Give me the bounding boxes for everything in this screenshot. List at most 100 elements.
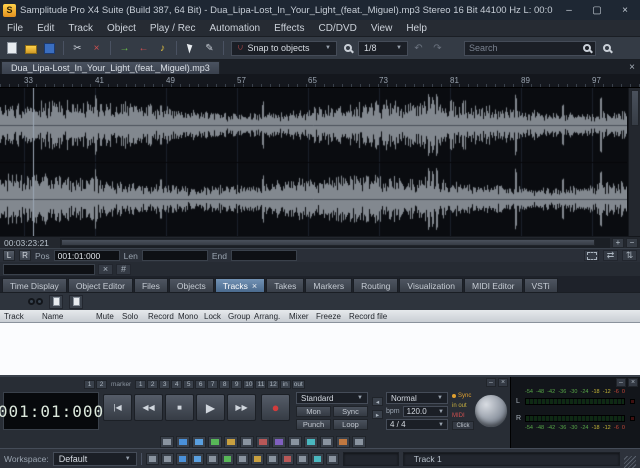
- bpm-field[interactable]: 120.0 ▼: [403, 406, 448, 417]
- volume-knob[interactable]: [474, 394, 508, 428]
- tab-vsti[interactable]: VSTi: [524, 278, 558, 292]
- copy-list-icon[interactable]: [69, 295, 83, 309]
- close-button[interactable]: ×: [613, 1, 637, 19]
- range-2-button[interactable]: 2: [96, 380, 107, 389]
- status-icon[interactable]: [251, 453, 264, 465]
- resize-grip[interactable]: [624, 456, 636, 468]
- menu-item[interactable]: Help: [399, 23, 434, 34]
- menu-item[interactable]: Edit: [30, 23, 61, 34]
- menu-item[interactable]: Effects: [267, 23, 311, 34]
- sync-button[interactable]: Sync: [333, 406, 368, 417]
- right-channel-button[interactable]: R: [19, 250, 31, 261]
- locator-button[interactable]: 5: [183, 380, 194, 389]
- locator-button[interactable]: 10: [243, 380, 254, 389]
- menu-item[interactable]: Object: [100, 23, 143, 34]
- stop-button[interactable]: ■: [165, 394, 194, 421]
- horizontal-scrollbar-thumb[interactable]: [61, 239, 595, 246]
- locator-button[interactable]: 4: [171, 380, 182, 389]
- menu-item[interactable]: Automation: [202, 23, 267, 34]
- save-project-icon[interactable]: [41, 40, 58, 57]
- rewind-button[interactable]: ◀◀: [134, 394, 163, 421]
- object-filter-field[interactable]: [3, 264, 95, 275]
- waveform-canvas[interactable]: [0, 88, 627, 236]
- right-clip-led[interactable]: [630, 416, 635, 421]
- status-icon[interactable]: [296, 453, 309, 465]
- horizontal-scrollbar[interactable]: [60, 238, 610, 248]
- in-out-toggle[interactable]: in out: [452, 401, 474, 410]
- search-options-icon[interactable]: [598, 40, 615, 57]
- column-header[interactable]: Mixer: [289, 312, 309, 321]
- vertical-scrollbar-thumb[interactable]: [631, 90, 639, 126]
- next-marker-button[interactable]: ▸: [372, 410, 383, 419]
- monitor-button[interactable]: Mon: [296, 406, 331, 417]
- column-header[interactable]: Arrang.: [254, 312, 280, 321]
- status-icon[interactable]: [176, 453, 189, 465]
- grid-view-icon[interactable]: #: [116, 264, 131, 275]
- import-audio-icon[interactable]: ←: [135, 40, 152, 57]
- record-mode-select[interactable]: Standard ▼: [296, 392, 368, 404]
- range-select-icon[interactable]: [584, 250, 599, 261]
- transport-option-icon[interactable]: [160, 436, 174, 448]
- length-field[interactable]: [142, 250, 208, 261]
- status-icon[interactable]: [266, 453, 279, 465]
- transport-option-icon[interactable]: [256, 436, 270, 448]
- menu-item[interactable]: View: [364, 23, 400, 34]
- waveform-area[interactable]: [0, 88, 640, 236]
- punch-out-button[interactable]: out: [292, 380, 305, 389]
- close-panel-icon[interactable]: ×: [498, 378, 508, 387]
- workspace-select[interactable]: Default ▼: [53, 452, 137, 466]
- tab-routing[interactable]: Routing: [353, 278, 398, 292]
- column-header[interactable]: Name: [42, 312, 63, 321]
- cut-icon[interactable]: ✂: [69, 40, 86, 57]
- punch-button[interactable]: Punch: [296, 419, 331, 430]
- clear-filter-icon[interactable]: ×: [98, 264, 113, 275]
- column-header[interactable]: Track: [4, 312, 24, 321]
- minimize-button[interactable]: –: [557, 1, 581, 19]
- play-button[interactable]: ▶: [196, 394, 225, 421]
- record-button[interactable]: ●: [261, 394, 290, 421]
- status-icon[interactable]: [206, 453, 219, 465]
- status-icon[interactable]: [311, 453, 324, 465]
- draw-mode-icon[interactable]: ✎: [201, 40, 218, 57]
- export-list-icon[interactable]: [49, 295, 63, 309]
- locator-button[interactable]: 7: [207, 380, 218, 389]
- status-icon[interactable]: [221, 453, 234, 465]
- punch-in-button[interactable]: in: [280, 380, 291, 389]
- transport-option-icon[interactable]: [240, 436, 254, 448]
- status-icon[interactable]: [161, 453, 174, 465]
- transport-option-icon[interactable]: [224, 436, 238, 448]
- click-toggle[interactable]: Click: [452, 421, 474, 430]
- transport-option-icon[interactable]: [320, 436, 334, 448]
- status-icon[interactable]: [326, 453, 339, 465]
- range-1-button[interactable]: 1: [84, 380, 95, 389]
- locator-button[interactable]: 11: [255, 380, 266, 389]
- locator-button[interactable]: 1: [135, 380, 146, 389]
- track-table-body[interactable]: [0, 323, 640, 375]
- tab-markers[interactable]: Markers: [305, 278, 352, 292]
- tab-objects[interactable]: Objects: [169, 278, 214, 292]
- tab-takes[interactable]: Takes: [266, 278, 304, 292]
- mouse-mode-icon[interactable]: [182, 40, 199, 57]
- column-header[interactable]: Record file: [349, 312, 387, 321]
- tab-files[interactable]: Files: [134, 278, 168, 292]
- tab-close-icon[interactable]: ×: [252, 281, 257, 291]
- column-header[interactable]: Record: [148, 312, 174, 321]
- search-tracks-icon[interactable]: [28, 298, 43, 305]
- tab-tracks[interactable]: Tracks ×: [215, 278, 265, 292]
- column-header[interactable]: Mono: [178, 312, 198, 321]
- undo-icon[interactable]: ↶: [410, 40, 427, 57]
- timeline-ruler[interactable]: 33 41 49 57 65 73 81 89 97: [0, 74, 640, 88]
- transport-option-icon[interactable]: [272, 436, 286, 448]
- midi-note-icon[interactable]: ♪: [154, 40, 171, 57]
- export-audio-icon[interactable]: →: [116, 40, 133, 57]
- document-close-icon[interactable]: ×: [629, 62, 635, 73]
- midi-toggle[interactable]: MIDI: [452, 411, 474, 420]
- vertical-zoom-icon[interactable]: ⇅: [622, 250, 637, 261]
- quantize-icon[interactable]: [339, 40, 356, 57]
- menu-item[interactable]: Play / Rec: [143, 23, 203, 34]
- tab-midi-editor[interactable]: MIDI Editor: [464, 278, 523, 292]
- close-panel-icon[interactable]: ×: [628, 378, 638, 387]
- prev-marker-button[interactable]: ◂: [372, 397, 383, 406]
- swap-range-icon[interactable]: ⇄: [603, 250, 618, 261]
- locator-button[interactable]: 12: [267, 380, 278, 389]
